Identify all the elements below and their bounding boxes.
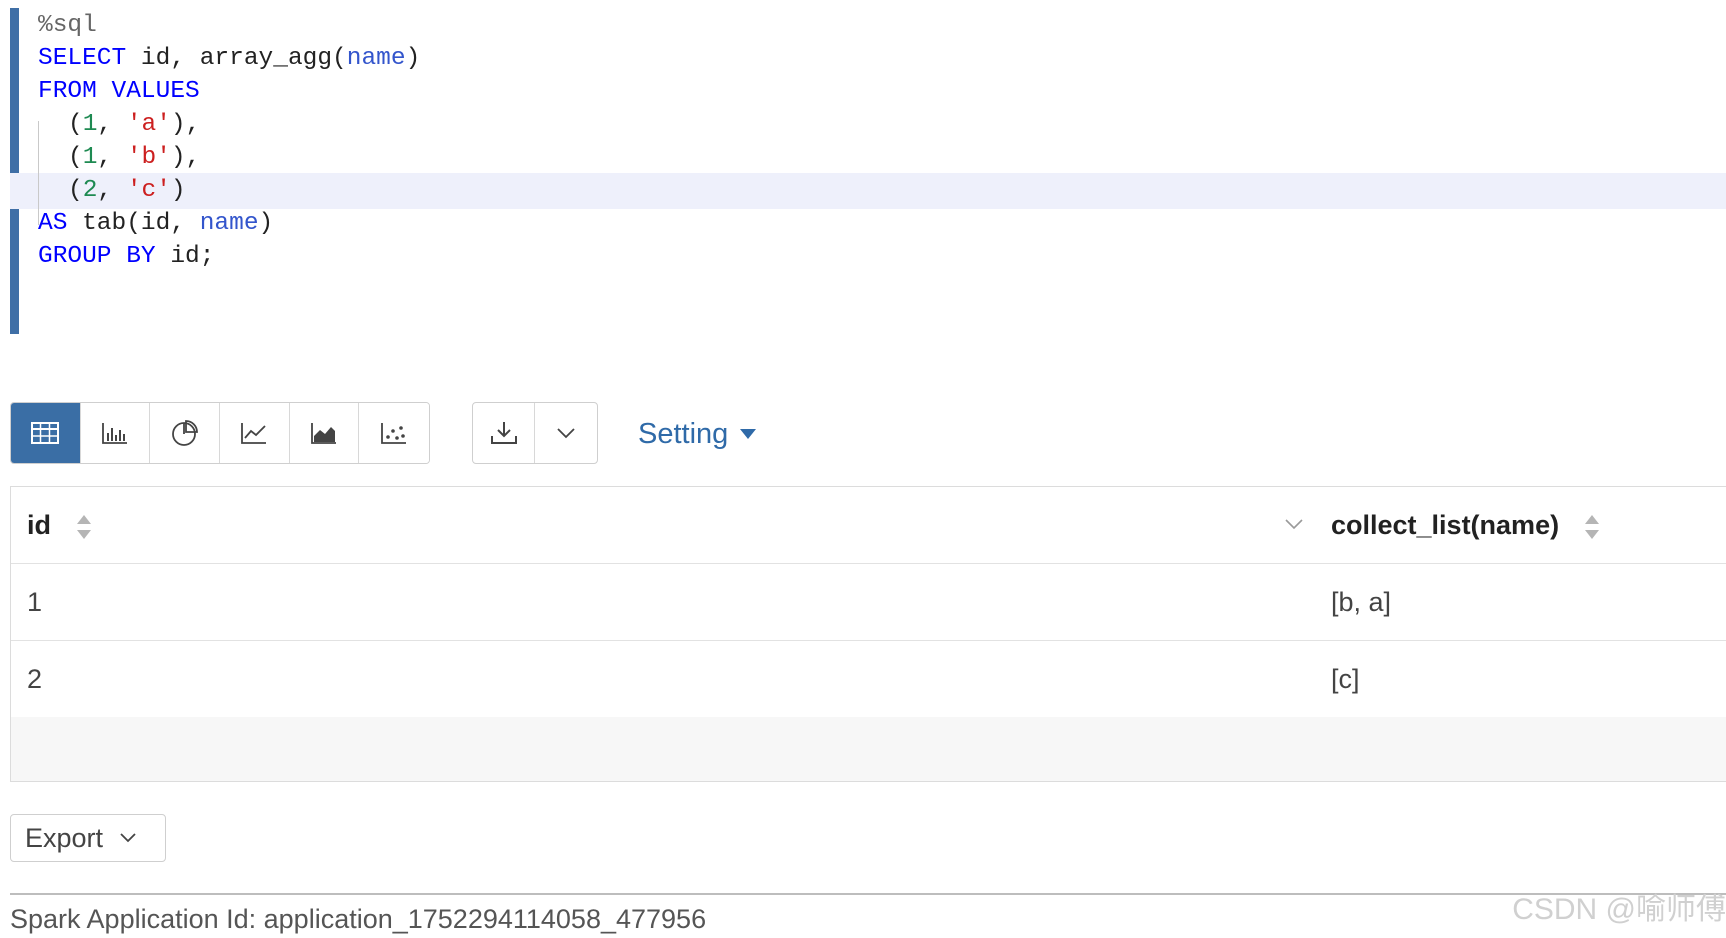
code-text: ) [405, 45, 421, 72]
code-text: , [97, 177, 127, 204]
keyword: AS [38, 210, 68, 237]
line-chart-button[interactable] [220, 403, 290, 463]
keyword: GROUP [38, 243, 112, 270]
keyword: FROM [38, 78, 97, 105]
code-line-1: %sql [10, 8, 1726, 44]
table-row: 2 [c] [11, 641, 1726, 717]
download-options-button[interactable] [535, 403, 597, 463]
area-chart-button[interactable] [289, 403, 360, 463]
code-text: ), [170, 144, 201, 171]
code-line-4: (1, 'a'), [10, 107, 1726, 143]
keyword: VALUES [111, 78, 200, 105]
code-text: ( [68, 177, 83, 204]
code-line-5: (1, 'b'), [10, 140, 1726, 176]
result-table: id collect_list(name) 1 [b, a] 2 [c] [10, 486, 1726, 782]
pie-chart-button[interactable] [150, 403, 221, 463]
pie-chart-icon [171, 420, 198, 446]
download-button[interactable] [473, 403, 536, 463]
code-line-8: GROUP BY id; [10, 239, 1726, 275]
code-text: , [97, 111, 127, 138]
table-header: id collect_list(name) [11, 487, 1726, 564]
table-cell: [c] [1331, 664, 1360, 694]
code-line-3: FROM VALUES [10, 74, 1726, 110]
bar-chart-icon [102, 423, 127, 444]
string-literal: 'a' [126, 111, 171, 138]
table-empty-area [11, 717, 1726, 781]
string-literal: 'c' [126, 177, 171, 204]
scatter-chart-button[interactable] [359, 403, 429, 463]
code-line-2: SELECT id, array_agg(name) [10, 41, 1726, 77]
column-header-label: collect_list(name) [1331, 510, 1560, 540]
code-text: ) [258, 210, 274, 237]
table-icon [31, 422, 60, 444]
column-header-collect-list[interactable]: collect_list(name) [1331, 487, 1599, 563]
column-header-id[interactable]: id [27, 487, 91, 563]
sort-icon[interactable] [1584, 513, 1599, 541]
setting-dropdown[interactable]: Setting [638, 414, 757, 454]
indent-guide [38, 121, 39, 225]
number-literal: 1 [82, 144, 98, 171]
chevron-down-icon [120, 833, 136, 843]
spark-application-id: Spark Application Id: application_175229… [10, 904, 707, 934]
magic-command: %sql [38, 12, 97, 39]
string-literal: 'b' [126, 144, 171, 171]
code-text: id; [155, 243, 215, 270]
export-button[interactable]: Export [10, 814, 166, 862]
code-text: , [97, 144, 127, 171]
caret-down-icon [740, 429, 757, 439]
download-icon [490, 422, 517, 444]
code-text: ), [170, 111, 201, 138]
bar-chart-button[interactable] [80, 403, 151, 463]
table-view-button[interactable] [11, 403, 81, 463]
visualization-toolbar [10, 402, 430, 464]
table-cell: [b, a] [1331, 587, 1392, 617]
column-header-label: id [27, 510, 51, 540]
code-editor[interactable]: %sql SELECT id, array_agg(name) FROM VAL… [10, 8, 1726, 334]
code-text: ) [170, 177, 186, 204]
identifier: name [199, 210, 259, 237]
identifier: name [346, 45, 406, 72]
code-text: tab(id, [67, 210, 200, 237]
number-literal: 1 [82, 111, 98, 138]
code-line-7: AS tab(id, name) [10, 206, 1726, 242]
table-cell: 1 [27, 587, 43, 617]
table-row: 1 [b, a] [11, 564, 1726, 641]
scatter-chart-icon [381, 423, 407, 444]
line-chart-icon [241, 423, 267, 444]
chevron-down-icon [557, 428, 575, 439]
keyword: BY [126, 243, 156, 270]
code-text: ( [68, 144, 83, 171]
export-label: Export [25, 822, 104, 853]
code-text: id, array_agg( [126, 45, 347, 72]
sort-icon[interactable] [76, 513, 91, 541]
area-chart-icon [311, 423, 337, 444]
setting-label: Setting [638, 417, 729, 450]
footer-divider [10, 893, 1726, 895]
keyword: SELECT [38, 45, 127, 72]
number-literal: 2 [82, 177, 98, 204]
code-line-6-active: (2, 'c') [10, 173, 1726, 209]
watermark: CSDN @喻师傅 [1512, 893, 1726, 926]
column-menu-chevron-icon[interactable] [1283, 513, 1305, 535]
code-text: ( [68, 111, 83, 138]
download-toolbar [472, 402, 598, 464]
table-cell: 2 [27, 664, 43, 694]
